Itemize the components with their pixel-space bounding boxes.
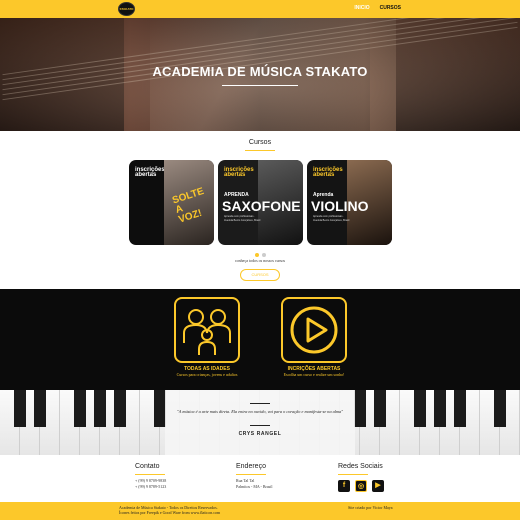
carousel-dots — [255, 253, 266, 257]
card-main-title: VIOLINO — [311, 198, 369, 214]
piano-background — [0, 390, 520, 455]
courses-title: Cursos — [248, 139, 272, 146]
address-title: Endereço — [236, 463, 266, 470]
main-nav: INICIO CURSOS — [354, 5, 401, 11]
nav-item-inicio[interactable]: INICIO — [354, 5, 369, 11]
hero-underline — [222, 85, 298, 86]
copyright: Academia de Música Stakato - Todos os Di… — [119, 505, 220, 515]
address-city: Palmitos - MA - Brasil — [236, 484, 273, 489]
social-underline — [338, 474, 368, 475]
facebook-icon[interactable]: f — [338, 480, 350, 492]
address-underline — [236, 474, 266, 475]
instagram-icon[interactable]: ◎ — [355, 480, 367, 492]
course-card-canto[interactable]: inscrições abertas SOLTE A VOZ! — [129, 160, 214, 245]
contact-title: Contato — [135, 463, 160, 470]
social-title: Redes Sociais — [338, 463, 383, 470]
logo-text: STAKATO — [119, 7, 134, 11]
courses-subtitle: conheça todos os nossos cursos — [234, 258, 286, 263]
quote-text: "A música é a arte mais direta. Ela entr… — [176, 409, 344, 414]
quote-author: CRYS RANGEL — [238, 431, 282, 437]
course-card-violino[interactable]: inscrições abertas Aprenda VIOLINO Aprend… — [307, 160, 392, 245]
copyright-line-2[interactable]: Ícones feitos por Freepik e Good Ware fr… — [119, 510, 220, 515]
contact-lines: + (99) 9 8709-9838 + (99) 9 8789-5123 — [135, 478, 166, 490]
carousel-dot-2[interactable] — [262, 253, 266, 257]
card-info: Aprenda com profissionais · Avenida Bent… — [313, 215, 350, 222]
card-tag: inscrições abertas — [313, 167, 343, 178]
card-tag: inscrições abertas — [135, 167, 165, 178]
card-tag: inscrições abertas — [224, 167, 254, 178]
address-lines: Rua Tal Tal Palmitos - MA - Brasil — [236, 478, 272, 490]
feature-desc-enroll: Escolha um curso e realize um sonho! — [283, 372, 345, 377]
play-icon — [281, 297, 347, 363]
card-info: Aprenda com profissionais · Avenida Bent… — [224, 215, 261, 222]
nav-item-cursos[interactable]: CURSOS — [380, 5, 401, 11]
courses-button[interactable]: CURSOS — [240, 269, 280, 281]
quote-divider-bottom — [250, 425, 270, 426]
logo[interactable]: STAKATO — [118, 2, 135, 16]
contact-phone-2[interactable]: + (99) 9 8789-5123 — [135, 484, 166, 490]
features-section — [0, 289, 520, 390]
top-navbar — [0, 0, 520, 18]
contact-underline — [135, 474, 165, 475]
family-icon — [174, 297, 240, 363]
course-card-saxofone[interactable]: inscrições abertas APRENDA SAXOFONE Apren… — [218, 160, 303, 245]
feature-desc-ages: Cursos para crianças, jovens e adultos — [176, 372, 238, 377]
card-main-title: SAXOFONE — [222, 198, 301, 214]
bottom-bar — [0, 502, 520, 520]
carousel-dot-1[interactable] — [255, 253, 259, 257]
youtube-icon[interactable]: ▶ — [372, 480, 384, 492]
hero-title: ACADEMIA DE MÚSICA STAKATO — [152, 64, 368, 79]
developer-credit[interactable]: Site criado por Victor Maya — [348, 505, 393, 510]
quote-divider-top — [250, 403, 270, 404]
courses-underline — [245, 150, 275, 151]
